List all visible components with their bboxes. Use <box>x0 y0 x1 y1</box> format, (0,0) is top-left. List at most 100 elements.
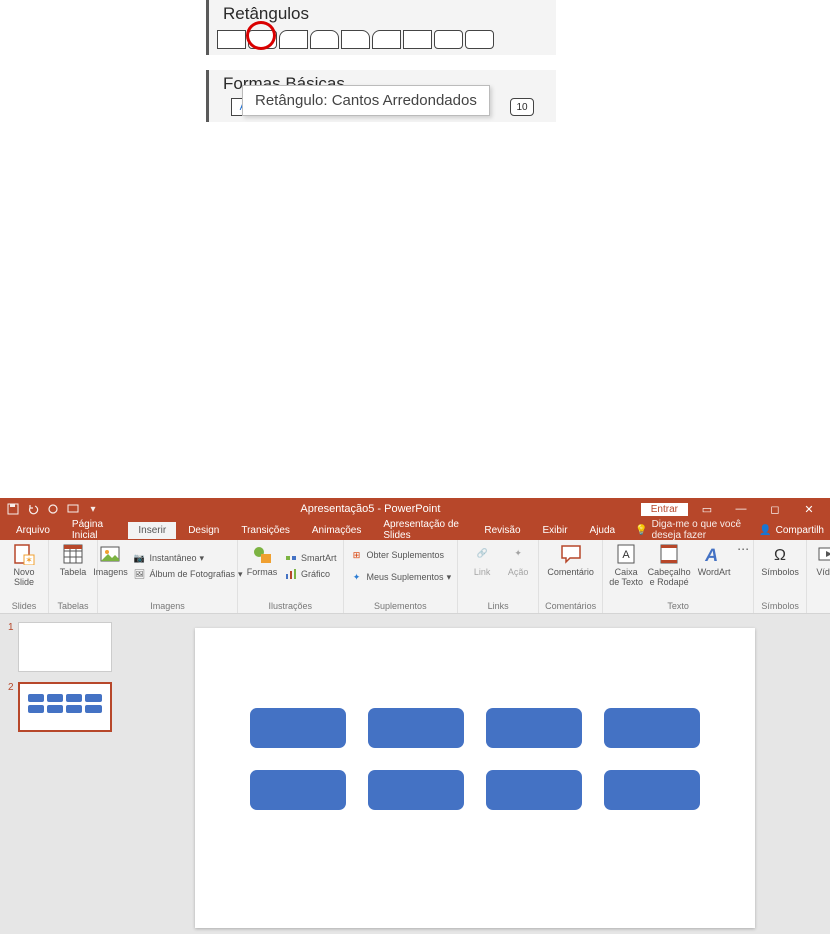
rectangles-category-header: Retângulos <box>209 0 556 28</box>
action-button[interactable]: ✦ Ação <box>504 542 532 578</box>
group-addins: ⊞Obter Suplementos ✦Meus Suplementos▾ Su… <box>344 540 459 613</box>
group-media: Vídeo 🔊 Áudio Gravação de Tela Mídia <box>807 540 830 613</box>
svg-text:Ω: Ω <box>774 547 786 564</box>
wordart-button[interactable]: A WordArt <box>695 542 733 578</box>
close-button[interactable]: ✕ <box>794 503 824 516</box>
svg-text:A: A <box>622 549 630 561</box>
rectangle-shape[interactable] <box>217 30 246 49</box>
start-from-beginning-icon[interactable] <box>66 502 80 516</box>
mini-shape <box>47 705 63 713</box>
tab-arquivo[interactable]: Arquivo <box>6 522 60 539</box>
tell-me-search[interactable]: 💡 Diga-me o que você deseja fazer <box>635 519 757 541</box>
slide-thumbnail-2[interactable] <box>18 682 112 732</box>
illustrations-group-label: Ilustrações <box>268 599 312 611</box>
round-same-side-shape[interactable] <box>403 30 432 49</box>
mini-shape <box>47 694 63 702</box>
comment-button[interactable]: Comentário <box>547 542 595 578</box>
group-symbols: Ω Símbolos Símbolos <box>754 540 807 613</box>
my-addins-icon: ✦ <box>350 570 364 584</box>
signin-button[interactable]: Entrar <box>641 503 688 516</box>
rounded-rectangle-shape-instance[interactable] <box>486 708 582 748</box>
header-footer-button[interactable]: Cabeçalho e Rodapé <box>647 542 691 588</box>
link-icon: 🔗 <box>470 542 494 566</box>
snip-single-corner-shape[interactable] <box>279 30 308 49</box>
qat-dropdown-icon[interactable]: ▾ <box>86 502 100 516</box>
rounded-rectangle-shape-instance[interactable] <box>250 770 346 810</box>
minimize-button[interactable]: — <box>726 503 756 515</box>
symbols-group-label: Símbolos <box>761 599 799 611</box>
rounded-rectangle-shape-instance[interactable] <box>368 708 464 748</box>
editor-area: 1 2 <box>0 614 830 934</box>
ribbon-tabs: Arquivo Página Inicial Inserir Design Tr… <box>0 520 830 540</box>
symbols-label: Símbolos <box>761 568 799 578</box>
tab-revisao[interactable]: Revisão <box>474 522 530 539</box>
group-illustrations: Formas SmartArt Gráfico Ilustrações <box>238 540 344 613</box>
tab-exibir[interactable]: Exibir <box>533 522 578 539</box>
tab-design[interactable]: Design <box>178 522 229 539</box>
tables-group-label: Tabelas <box>57 599 88 611</box>
numbered-shape[interactable]: 10 <box>510 98 534 116</box>
shapes-gallery-panel: Retângulos <box>206 0 556 55</box>
text-group-label: Texto <box>667 599 689 611</box>
chart-label: Gráfico <box>301 569 330 579</box>
slide-canvas[interactable] <box>195 628 755 928</box>
group-images: Imagens 📷Instantâneo▾ 🖼Álbum de Fotograf… <box>98 540 238 613</box>
header-footer-icon <box>657 542 681 566</box>
snip-same-side-shape[interactable] <box>310 30 339 49</box>
group-tables: Tabela Tabelas <box>49 540 98 613</box>
save-icon[interactable] <box>6 502 20 516</box>
rounded-rectangle-shape[interactable] <box>248 30 277 49</box>
smartart-button[interactable]: SmartArt <box>284 551 337 565</box>
smartart-label: SmartArt <box>301 553 337 563</box>
rounded-rectangle-shape-instance[interactable] <box>604 708 700 748</box>
ribbon: ✶ Novo Slide Slides Tabela Tabelas Image… <box>0 540 830 614</box>
pictures-icon <box>98 542 122 566</box>
round-diagonal-shape[interactable] <box>434 30 463 49</box>
video-button[interactable]: Vídeo <box>813 542 830 578</box>
textbox-button[interactable]: A Caixa de Texto <box>609 542 643 588</box>
maximize-button[interactable]: ◻ <box>760 503 790 516</box>
my-addins-button[interactable]: ✦Meus Suplementos▾ <box>350 570 452 584</box>
round-opposite-shape[interactable] <box>465 30 494 49</box>
lightbulb-icon: 💡 <box>635 525 647 536</box>
wordart-icon: A <box>702 542 726 566</box>
shapes-button[interactable]: Formas <box>244 542 280 578</box>
rounded-rectangle-shape-instance[interactable] <box>486 770 582 810</box>
new-slide-button[interactable]: ✶ Novo Slide <box>6 542 42 588</box>
tab-ajuda[interactable]: Ajuda <box>580 522 626 539</box>
get-addins-button[interactable]: ⊞Obter Suplementos <box>350 548 452 562</box>
group-text: A Caixa de Texto Cabeçalho e Rodapé A Wo… <box>603 540 754 613</box>
powerpoint-window: ▾ Apresentação5 - PowerPoint Entrar ▭ — … <box>0 498 830 934</box>
ribbon-display-options-icon[interactable]: ▭ <box>692 503 722 516</box>
screenshot-button[interactable]: 📷Instantâneo▾ <box>132 551 242 565</box>
tab-inserir[interactable]: Inserir <box>128 522 176 539</box>
chart-button[interactable]: Gráfico <box>284 567 337 581</box>
rounded-rectangle-shape-instance[interactable] <box>368 770 464 810</box>
my-addins-label: Meus Suplementos <box>367 572 444 582</box>
pictures-button[interactable]: Imagens <box>92 542 128 578</box>
link-button[interactable]: 🔗 Link <box>464 542 500 578</box>
symbols-button[interactable]: Ω Símbolos <box>760 542 800 578</box>
snip-diagonal-shape[interactable] <box>341 30 370 49</box>
svg-text:A: A <box>704 545 720 565</box>
rounded-rectangle-shape-instance[interactable] <box>250 708 346 748</box>
redo-icon[interactable] <box>46 502 60 516</box>
textbox-label: Caixa de Texto <box>609 568 643 588</box>
addins-group-label: Suplementos <box>374 599 427 611</box>
get-addins-label: Obter Suplementos <box>367 550 445 560</box>
rounded-rectangle-shape-instance[interactable] <box>604 770 700 810</box>
group-slides: ✶ Novo Slide Slides <box>0 540 49 613</box>
table-button[interactable]: Tabela <box>55 542 91 578</box>
share-button[interactable]: 👤 Compartilh <box>759 525 824 536</box>
comment-icon <box>559 542 583 566</box>
chart-icon <box>284 567 298 581</box>
round-single-corner-shape[interactable] <box>372 30 401 49</box>
video-label: Vídeo <box>816 568 830 578</box>
video-icon <box>816 542 830 566</box>
tab-animacoes[interactable]: Animações <box>302 522 371 539</box>
tab-transicoes[interactable]: Transições <box>231 522 300 539</box>
undo-icon[interactable] <box>26 502 40 516</box>
window-title: Apresentação5 - PowerPoint <box>100 503 641 515</box>
slide-thumbnail-1[interactable] <box>18 622 112 672</box>
photo-album-button[interactable]: 🖼Álbum de Fotografias▾ <box>132 567 242 581</box>
